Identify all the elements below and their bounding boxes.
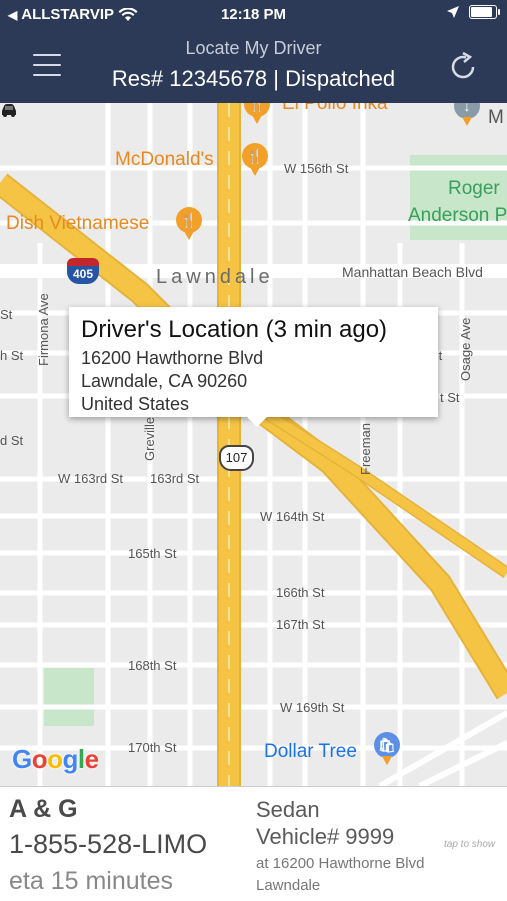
vehicle-type: Sedan [256,797,320,822]
driver-car-icon[interactable] [0,103,18,117]
callout-country-line: United States [81,394,190,414]
street-label: 165th St [128,546,177,561]
street-label: 163rd St [150,471,200,486]
logo-letter: l [77,744,85,774]
street-label: Freeman [358,422,373,475]
google-logo: Google [12,744,99,775]
map-view[interactable]: 🍴 El Pollo Inka 🍴 McDonald's 🍴 Dish Viet… [0,103,507,786]
refresh-icon[interactable] [446,50,480,84]
status-bar: ◀ ALLSTARVIP 12:18 PM [0,0,507,30]
street-label: Manhattan Beach Blvd [342,264,483,280]
poi-el-pollo-inka[interactable]: El Pollo Inka [282,103,388,115]
logo-letter: G [12,744,32,774]
interstate-405-shield: 405 [67,258,99,284]
street-label: 166th St [276,585,325,600]
poi-dollar-tree[interactable]: Dollar Tree [264,741,357,763]
callout-city-line: Lawndale, CA 90260 [81,371,248,391]
street-label: h St [0,348,24,363]
logo-letter: e [84,744,99,774]
vehicle-number: Vehicle# 9999 [256,824,395,849]
logo-letter: g [62,744,79,774]
company-name: A & G [9,795,78,823]
clock: 12:18 PM [220,6,287,23]
street-label: W 163rd St [58,471,124,486]
driver-location-callout[interactable]: Driver's Location (3 min ago) 16200 Hawt… [69,307,438,427]
street-label: Firmona Ave [36,293,51,366]
battery-icon [469,5,500,19]
callout-title: Driver's Location (3 min ago) [81,316,388,343]
restaurant-pin-icon[interactable]: 🍴 [242,143,268,176]
app-header: ◀ ALLSTARVIP 12:18 PM Locate My Driver R… [0,0,507,103]
location-arrow-icon [447,6,459,18]
poi-m-label: M [488,107,504,128]
street-label: St [0,307,13,322]
interstate-number: 405 [67,266,99,284]
park-area [44,668,94,726]
logo-letter: o [31,744,48,774]
street-label: Osage Ave [458,317,473,381]
shopping-pin-icon-overlay [374,732,400,765]
street-label: 170th St [128,740,177,755]
street-label: W 156th St [284,161,349,176]
street-label: 167th St [276,617,325,632]
page-title: Locate My Driver [185,38,322,58]
status-right [447,5,500,19]
street-label: 168th St [128,658,177,673]
poi-dish-vietnamese[interactable]: Dish Vietnamese [6,213,149,235]
street-label: W 169th St [280,700,345,715]
street-label: W 164th St [260,509,325,524]
eta-text: eta 15 minutes [9,867,173,895]
driver-info-panel: A & G 1-855-528-LIMO eta 15 minutes Seda… [0,786,507,901]
poi-roger[interactable]: Roger [448,178,500,200]
logo-letter: o [47,744,63,774]
tap-to-show-hint[interactable]: tap to show [444,839,495,850]
street-label: Grevillea [142,409,157,461]
state-route-107-shield: 107 [219,445,254,471]
restaurant-pin-icon[interactable]: 🍴 [176,207,202,240]
street-label: d St [0,433,24,448]
poi-mcdonalds[interactable]: McDonald's [115,149,214,171]
street-label: t St [440,390,460,405]
area-lawndale: Lawndale [156,266,274,288]
phone-link[interactable]: 1-855-528-LIMO [9,829,207,860]
reservation-status: Res# 12345678 | Dispatched [111,66,396,91]
callout-address-line: 16200 Hawthorne Blvd [81,348,264,368]
vehicle-location: at 16200 Hawthorne Blvd Lawndale [256,855,425,894]
poi-anderson-park[interactable]: Anderson P [408,205,507,227]
